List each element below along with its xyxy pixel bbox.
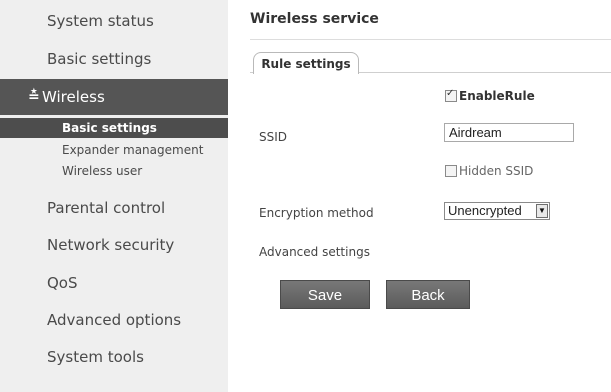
hidden-ssid-option: Hidden SSID [445, 164, 533, 178]
tab-rule-settings[interactable]: Rule settings [253, 52, 359, 74]
advanced-settings-link[interactable]: Advanced settings [259, 245, 370, 259]
subnav-item-wireless-user[interactable]: Wireless user [0, 162, 228, 180]
enable-rule-checkbox[interactable] [445, 88, 457, 102]
sidebar-item-basic-settings[interactable]: Basic settings [0, 42, 228, 76]
sidebar-item-label: System status [47, 12, 154, 30]
sidebar-item-wireless[interactable]: ≛ Wireless [0, 79, 228, 115]
ssid-label: SSID [259, 130, 288, 144]
sidebar-item-label: System tools [47, 348, 144, 366]
sidebar-item-advanced-options[interactable]: Advanced options [0, 303, 228, 337]
sidebar-item-label: QoS [47, 274, 78, 292]
sidebar-item-label: Parental control [47, 199, 166, 217]
sidebar-item-label: Network security [47, 236, 175, 254]
encryption-method-select[interactable]: Unencrypted ▼ [444, 202, 550, 220]
chevron-double-down-icon: ≛ [28, 89, 40, 105]
ssid-input[interactable] [444, 123, 574, 142]
wireless-submenu: Basic settings Expander management Wirel… [0, 115, 228, 188]
subnav-item-expander-management[interactable]: Expander management [0, 141, 228, 159]
dropdown-arrow-icon[interactable]: ▼ [536, 204, 548, 218]
hidden-ssid-checkbox[interactable] [445, 165, 457, 177]
encryption-method-value: Unencrypted [448, 203, 522, 218]
sidebar-item-label: Advanced options [47, 311, 182, 329]
main-content: Wireless service Rule settings EnableRul… [228, 0, 611, 392]
sidebar-item-network-security[interactable]: Network security [0, 228, 228, 262]
subnav-item-label: Wireless user [62, 164, 143, 178]
sidebar: System status Basic settings ≛ Wireless … [0, 0, 228, 392]
hidden-ssid-label: Hidden SSID [459, 164, 534, 178]
sidebar-item-label: Wireless [42, 88, 105, 106]
subnav-item-label: Expander management [62, 143, 204, 157]
sidebar-item-parental-control[interactable]: Parental control [0, 191, 228, 225]
page-title: Wireless service [250, 11, 379, 27]
sidebar-item-system-tools[interactable]: System tools [0, 340, 228, 374]
enable-rule-label: EnableRule [459, 89, 535, 103]
back-button[interactable]: Back [386, 280, 470, 309]
subnav-item-basic-settings[interactable]: Basic settings [0, 118, 228, 138]
title-divider [250, 39, 611, 40]
encryption-method-label: Encryption method [259, 206, 374, 220]
sidebar-item-qos[interactable]: QoS [0, 266, 228, 300]
sidebar-item-label: Basic settings [47, 50, 152, 68]
save-button[interactable]: Save [280, 280, 370, 309]
enable-rule-option: EnableRule [445, 88, 535, 103]
subnav-item-label: Basic settings [62, 121, 157, 135]
sidebar-item-system-status[interactable]: System status [0, 4, 228, 38]
